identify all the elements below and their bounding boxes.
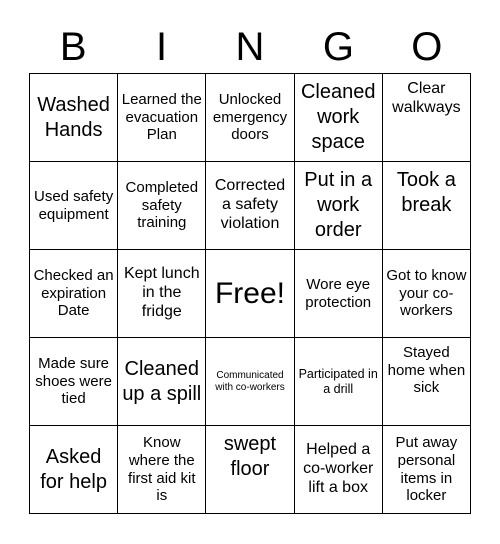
bingo-cell[interactable]: Completed safety training [118,162,207,250]
bingo-cell[interactable]: Got to know your co-workers [382,250,471,338]
bingo-cell[interactable]: Clear walkways [382,74,471,162]
bingo-cell[interactable]: Cleaned work space [294,74,383,162]
bingo-cell[interactable]: Communicated with co-workers [206,338,295,426]
bingo-cell[interactable]: Put in a work order [294,162,383,250]
bingo-cell[interactable]: Put away personal items in locker [382,426,471,514]
bingo-cell[interactable]: Made sure shoes were tied [30,338,119,426]
bingo-cell[interactable]: Used safety equipment [30,162,119,250]
bingo-cell[interactable]: Checked an expiration Date [30,250,119,338]
bingo-cell[interactable]: Know where the first aid kit is [118,426,207,514]
bingo-cell[interactable]: Asked for help [30,426,119,514]
bingo-cell[interactable]: Kept lunch in the fridge [118,250,207,338]
header-letter-o: O [411,25,443,69]
bingo-cell[interactable]: Unlocked emergency doors [206,74,295,162]
header-letter-g: G [322,25,354,69]
bingo-grid: Washed Hands Learned the evacuation Plan… [29,73,471,514]
bingo-cell[interactable]: Wore eye protection [294,250,383,338]
bingo-cell[interactable]: Washed Hands [30,74,119,162]
bingo-cell[interactable]: Learned the evacuation Plan [118,74,207,162]
bingo-header: B I N G O [29,22,471,72]
header-letter-n: N [235,25,265,69]
bingo-cell[interactable]: Participated in a drill [294,338,383,426]
bingo-cell[interactable]: swept floor [206,426,295,514]
bingo-cell[interactable]: Helped a co-worker lift a box [294,426,383,514]
bingo-cell[interactable]: Corrected a safety violation [206,162,295,250]
bingo-cell[interactable]: Cleaned up a spill [118,338,207,426]
bingo-cell[interactable]: Stayed home when sick [382,338,471,426]
header-letter-b: B [59,25,87,69]
header-letter-i: I [156,25,168,69]
bingo-cell[interactable]: Took a break [382,162,471,250]
free-space[interactable]: Free! [206,250,295,338]
